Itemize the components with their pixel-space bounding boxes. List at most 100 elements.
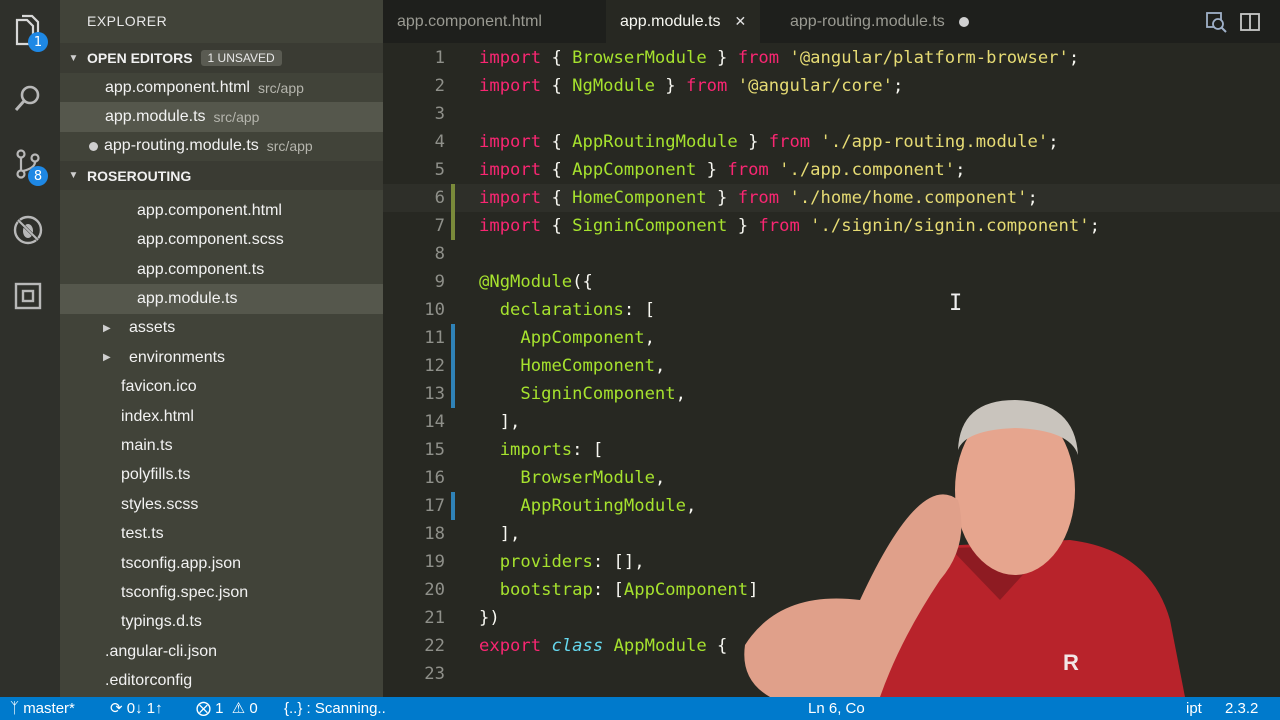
file-item[interactable]: main.ts xyxy=(60,431,383,460)
code-line[interactable]: 3 xyxy=(383,100,1280,128)
code-line[interactable]: 17 AppRoutingModule, xyxy=(383,492,1280,520)
open-editors-label: OPEN EDITORS xyxy=(87,50,193,66)
problems-status[interactable]: ⨂ 1 ⚠ 0 xyxy=(196,697,258,720)
code-text: imports: [ xyxy=(499,440,604,460)
code-text: bootstrap: [AppComponent] xyxy=(499,580,759,600)
file-item[interactable]: styles.scss xyxy=(60,490,383,519)
open-preview-icon[interactable] xyxy=(1205,11,1227,33)
code-line[interactable]: 6 import { HomeComponent } from './home/h… xyxy=(383,184,1280,212)
branch-status[interactable]: ᛉ master* xyxy=(10,697,75,720)
code-editor[interactable]: 1 import { BrowserModule } from '@angular… xyxy=(383,43,1280,697)
git-change-marker xyxy=(451,352,455,380)
file-item[interactable]: app.component.scss xyxy=(60,226,383,255)
file-item[interactable]: app.component.ts xyxy=(60,255,383,284)
folder-item[interactable]: ▶ assets xyxy=(60,314,383,343)
open-editor-name: app.component.html xyxy=(105,78,250,96)
error-count: 1 xyxy=(215,700,224,717)
file-item[interactable]: favicon.ico xyxy=(60,373,383,402)
file-item[interactable]: typings.d.ts xyxy=(60,608,383,637)
code-line[interactable]: 11 AppComponent, xyxy=(383,324,1280,352)
file-item[interactable]: polyfills.ts xyxy=(60,461,383,490)
file-item[interactable]: tsconfig.spec.json xyxy=(60,578,383,607)
sync-count: 0↓ 1↑ xyxy=(126,700,163,717)
status-bar: ᛉ master* ⟳ 0↓ 1↑ ⨂ 1 ⚠ 0 {..} : Scannin… xyxy=(0,697,1280,720)
code-line[interactable]: 8 xyxy=(383,240,1280,268)
file-item[interactable]: .editorconfig xyxy=(60,666,383,695)
tab-app-routing-module-ts[interactable]: app-routing.module.ts xyxy=(776,0,983,43)
code-text: SigninComponent, xyxy=(520,384,686,404)
code-text: export class AppModule { xyxy=(479,636,728,656)
line-number: 15 xyxy=(424,440,445,460)
line-number: 7 xyxy=(434,216,445,236)
modified-dot-icon[interactable] xyxy=(958,16,969,27)
open-editor-item[interactable]: app.component.html src/app xyxy=(60,73,383,102)
project-header[interactable]: ▼ ROSEROUTING xyxy=(60,161,383,191)
source-control-icon[interactable]: 8 xyxy=(10,146,48,186)
code-line[interactable]: 19 providers: [], xyxy=(383,548,1280,576)
code-line[interactable]: 21}) xyxy=(383,604,1280,632)
close-icon[interactable]: ✕ xyxy=(735,13,747,30)
line-number: 21 xyxy=(424,608,445,628)
file-name: tsconfig.spec.json xyxy=(121,583,249,601)
code-line[interactable]: 15 imports: [ xyxy=(383,436,1280,464)
editor-tabs: app.component.html app.module.ts ✕ app-r… xyxy=(383,0,1280,43)
file-name: app.component.html xyxy=(137,201,282,219)
code-line[interactable]: 13 SigninComponent, xyxy=(383,380,1280,408)
code-text: }) xyxy=(479,608,500,628)
language-mode[interactable]: ipt xyxy=(1186,697,1202,720)
extensions-icon[interactable] xyxy=(10,278,46,314)
tab-label: app-routing.module.ts xyxy=(790,12,945,30)
tab-app-module-ts[interactable]: app.module.ts ✕ xyxy=(606,0,761,43)
line-number: 19 xyxy=(424,552,445,572)
line-number: 14 xyxy=(424,412,445,432)
open-editor-item[interactable]: app-routing.module.ts src/app xyxy=(60,132,383,161)
file-item[interactable]: index.html xyxy=(60,402,383,431)
git-change-marker xyxy=(451,212,455,240)
files-icon[interactable]: 1 xyxy=(10,12,48,52)
file-name: tsconfig.app.json xyxy=(121,554,242,572)
folder-item[interactable]: ▶ environments xyxy=(60,343,383,372)
code-line[interactable]: 12 HomeComponent, xyxy=(383,352,1280,380)
search-icon[interactable] xyxy=(10,80,46,116)
file-name: app.module.ts xyxy=(137,290,238,308)
code-text: ], xyxy=(479,524,521,544)
scanning-status: {..} : Scanning.. xyxy=(284,700,386,717)
tab-app-component-html[interactable]: app.component.html xyxy=(383,0,556,43)
ts-version[interactable]: 2.3.2 xyxy=(1225,697,1258,720)
code-line[interactable]: 18 ], xyxy=(383,520,1280,548)
line-number: 3 xyxy=(434,104,445,124)
file-item[interactable]: test.ts xyxy=(60,519,383,548)
line-number: 1 xyxy=(434,48,445,68)
open-editor-name: app-routing.module.ts xyxy=(104,137,259,155)
code-line[interactable]: 22 export class AppModule { xyxy=(383,632,1280,660)
file-item[interactable]: .angular-cli.json xyxy=(60,637,383,666)
explorer-badge: 1 xyxy=(28,32,48,52)
code-line[interactable]: 7 import { SigninComponent } from './sign… xyxy=(383,212,1280,240)
code-line[interactable]: 20 bootstrap: [AppComponent] xyxy=(383,576,1280,604)
file-item[interactable]: app.component.html xyxy=(60,196,383,225)
open-editor-path: src/app xyxy=(257,79,304,96)
line-number: 2 xyxy=(434,76,445,96)
code-line[interactable]: 5 import { AppComponent } from './app.com… xyxy=(383,156,1280,184)
split-editor-icon[interactable] xyxy=(1239,11,1261,33)
code-line[interactable]: 16 BrowserModule, xyxy=(383,464,1280,492)
code-line[interactable]: 14 ], xyxy=(383,408,1280,436)
debug-icon[interactable] xyxy=(10,212,46,248)
sync-status[interactable]: ⟳ 0↓ 1↑ xyxy=(110,697,163,720)
explorer-title: EXPLORER xyxy=(87,13,168,29)
file-item[interactable]: app.module.ts xyxy=(60,284,383,314)
code-text: declarations: [ xyxy=(499,300,655,320)
cursor-position[interactable]: Ln 6, Co xyxy=(808,697,865,720)
open-editor-item[interactable]: app.module.ts src/app xyxy=(60,102,383,132)
code-line[interactable]: 10 declarations: [ xyxy=(383,296,1280,324)
code-line[interactable]: 2 import { NgModule } from '@angular/core… xyxy=(383,72,1280,100)
activity-bar: 1 8 xyxy=(0,0,60,697)
line-number: 18 xyxy=(424,524,445,544)
file-item[interactable]: tsconfig.app.json xyxy=(60,549,383,578)
code-line[interactable]: 23 xyxy=(383,660,1280,688)
code-line[interactable]: 4 import { AppRoutingModule } from './app… xyxy=(383,128,1280,156)
code-line[interactable]: 1 import { BrowserModule } from '@angular… xyxy=(383,44,1280,72)
open-editors-header[interactable]: ▼ OPEN EDITORS 1 UNSAVED xyxy=(60,43,383,73)
tab-label: app.module.ts xyxy=(620,12,721,30)
code-line[interactable]: 9 @NgModule({ xyxy=(383,268,1280,296)
